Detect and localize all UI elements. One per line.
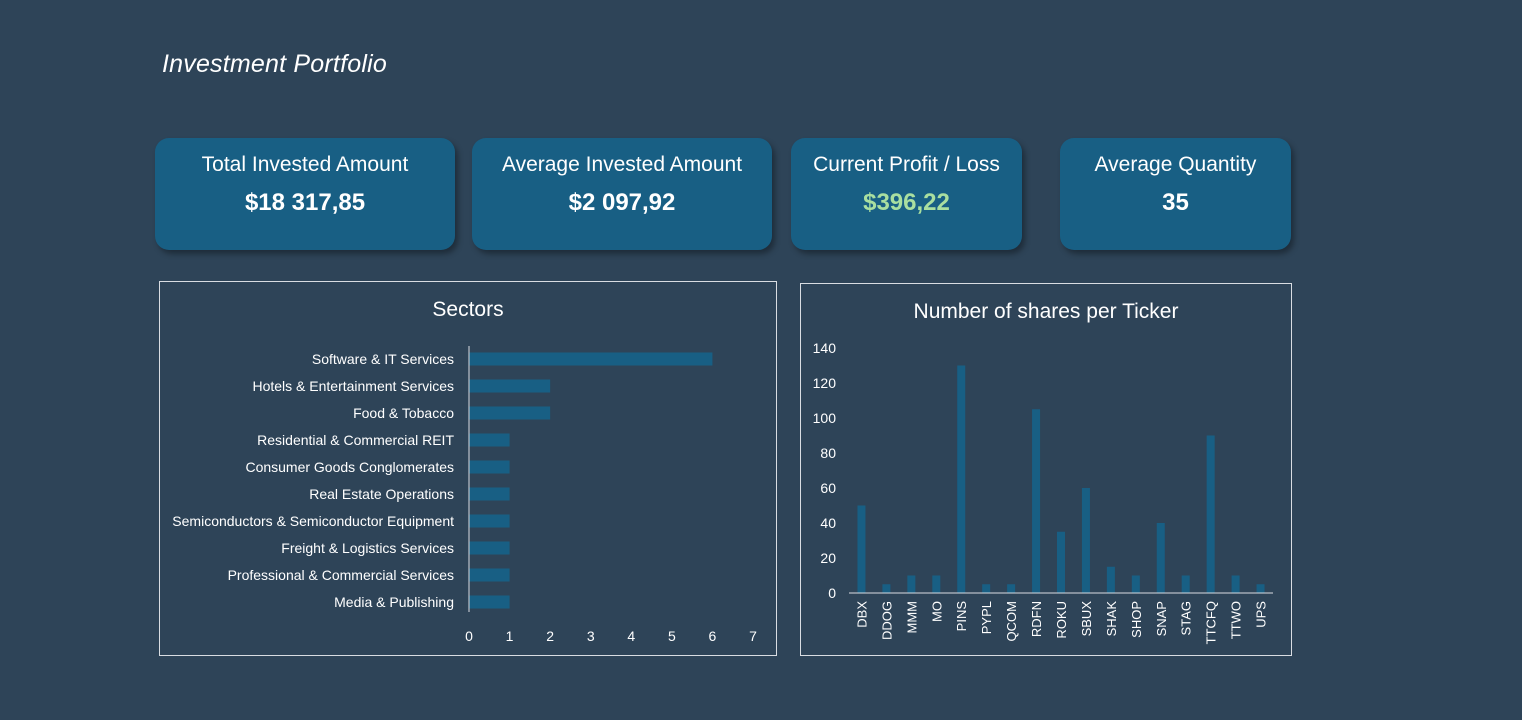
ticker-bar bbox=[1007, 584, 1016, 593]
x-tick-label: SNAP bbox=[1154, 601, 1169, 636]
kpi-card-average-quantity: Average Quantity 35 bbox=[1060, 138, 1291, 250]
x-tick-label: UPS bbox=[1254, 601, 1269, 628]
x-tick-label: 2 bbox=[546, 628, 554, 644]
sector-bar bbox=[469, 460, 510, 474]
ticker-bar bbox=[1131, 575, 1140, 593]
tickers-chart[interactable]: Number of shares per Ticker 0 20 40 60 80 100… bbox=[800, 283, 1292, 656]
kpi-label: Current Profit / Loss bbox=[813, 153, 1000, 176]
x-tick-label: 6 bbox=[709, 628, 717, 644]
category-label: Hotels & Entertainment Services bbox=[252, 378, 454, 394]
x-tick-label: 7 bbox=[749, 628, 757, 644]
kpi-card-average-invested: Average Invested Amount $2 097,92 bbox=[472, 138, 772, 250]
x-tick-label: MMM bbox=[904, 601, 919, 634]
x-tick-label: MO bbox=[929, 601, 944, 622]
sector-bar bbox=[469, 541, 510, 555]
x-tick-label: DDOG bbox=[879, 601, 894, 640]
sector-bar bbox=[469, 595, 510, 609]
category-label: Software & IT Services bbox=[312, 351, 454, 367]
x-tick-label: QCOM bbox=[1004, 601, 1019, 641]
kpi-label: Average Quantity bbox=[1094, 153, 1257, 176]
category-label: Freight & Logistics Services bbox=[281, 540, 454, 556]
sectors-chart-plot: Software & IT Services Hotels & Entertain… bbox=[172, 346, 757, 644]
kpi-value: $2 097,92 bbox=[568, 189, 676, 216]
kpi-card-profit-loss: Current Profit / Loss $396,22 bbox=[791, 138, 1022, 250]
ticker-bar bbox=[1181, 575, 1190, 593]
x-tick-label: 5 bbox=[668, 628, 676, 644]
kpi-value-profit: $396,22 bbox=[863, 189, 950, 216]
page-title: Investment Portfolio bbox=[162, 50, 387, 78]
x-tick-label: 4 bbox=[627, 628, 635, 644]
ticker-bar bbox=[1256, 584, 1265, 593]
ticker-bar bbox=[907, 575, 916, 593]
category-label: Consumer Goods Conglomerates bbox=[245, 459, 454, 475]
ticker-bar bbox=[1206, 435, 1215, 593]
ticker-bar bbox=[1156, 523, 1165, 593]
x-tick-label: STAG bbox=[1179, 601, 1194, 635]
category-label: Residential & Commercial REIT bbox=[257, 432, 454, 448]
x-tick-label: SHOP bbox=[1129, 601, 1144, 638]
ticker-bar bbox=[1057, 531, 1065, 593]
y-tick-label: 100 bbox=[813, 410, 837, 426]
y-tick-label: 80 bbox=[820, 445, 836, 461]
category-label: Semiconductors & Semiconductor Equipment bbox=[172, 513, 454, 529]
category-label: Real Estate Operations bbox=[309, 486, 454, 502]
x-tick-label: PYPL bbox=[979, 601, 994, 634]
ticker-bar bbox=[932, 575, 941, 593]
x-tick-label: TTWO bbox=[1229, 601, 1244, 639]
kpi-label: Total Invested Amount bbox=[201, 153, 409, 176]
y-tick-label: 20 bbox=[820, 550, 836, 566]
y-tick-label: 0 bbox=[828, 585, 836, 601]
x-tick-label: 3 bbox=[587, 628, 595, 644]
kpi-value: $18 317,85 bbox=[244, 189, 366, 216]
x-tick-label: 1 bbox=[506, 628, 514, 644]
ticker-bar bbox=[1231, 575, 1240, 593]
sector-bar bbox=[469, 514, 510, 528]
ticker-bar bbox=[1106, 566, 1115, 593]
y-tick-label: 140 bbox=[813, 340, 837, 356]
x-tick-label: DBX bbox=[854, 601, 869, 628]
x-tick-label: SBUX bbox=[1079, 601, 1094, 637]
kpi-label: Average Invested Amount bbox=[501, 153, 743, 176]
x-tick-label: SHAK bbox=[1104, 601, 1119, 637]
sector-bar bbox=[469, 406, 551, 420]
y-tick-label: 120 bbox=[813, 375, 837, 391]
kpi-card-total-invested: Total Invested Amount $18 317,85 bbox=[155, 138, 455, 250]
ticker-bar bbox=[982, 584, 991, 593]
sectors-chart[interactable]: Sectors Software & IT Services Hotels & E… bbox=[159, 281, 777, 656]
sector-bar bbox=[469, 487, 510, 501]
category-label: Professional & Commercial Services bbox=[228, 567, 454, 583]
x-tick-label: PINS bbox=[954, 601, 969, 632]
kpi-value: 35 bbox=[1162, 189, 1189, 216]
y-tick-label: 60 bbox=[820, 480, 836, 496]
ticker-bar bbox=[957, 365, 966, 593]
ticker-bar bbox=[1032, 409, 1041, 593]
ticker-bar bbox=[857, 505, 866, 593]
category-label: Food & Tobacco bbox=[353, 405, 454, 421]
x-tick-label: ROKU bbox=[1054, 601, 1069, 639]
y-tick-label: 40 bbox=[820, 515, 836, 531]
sector-bar bbox=[469, 568, 510, 582]
tickers-chart-plot: 0 20 40 60 80 100 120 140 DBX DDOG MMM MO PINS PYPL QC… bbox=[813, 340, 1273, 644]
x-tick-label: 0 bbox=[465, 628, 473, 644]
x-tick-label: TTCFQ bbox=[1204, 601, 1219, 644]
sector-bar bbox=[469, 352, 713, 366]
sector-bar bbox=[469, 379, 551, 393]
category-label: Media & Publishing bbox=[334, 594, 454, 610]
ticker-bar bbox=[882, 584, 891, 593]
x-tick-label: RDFN bbox=[1029, 601, 1044, 637]
ticker-bar bbox=[1081, 488, 1090, 593]
sector-bar bbox=[469, 433, 510, 447]
